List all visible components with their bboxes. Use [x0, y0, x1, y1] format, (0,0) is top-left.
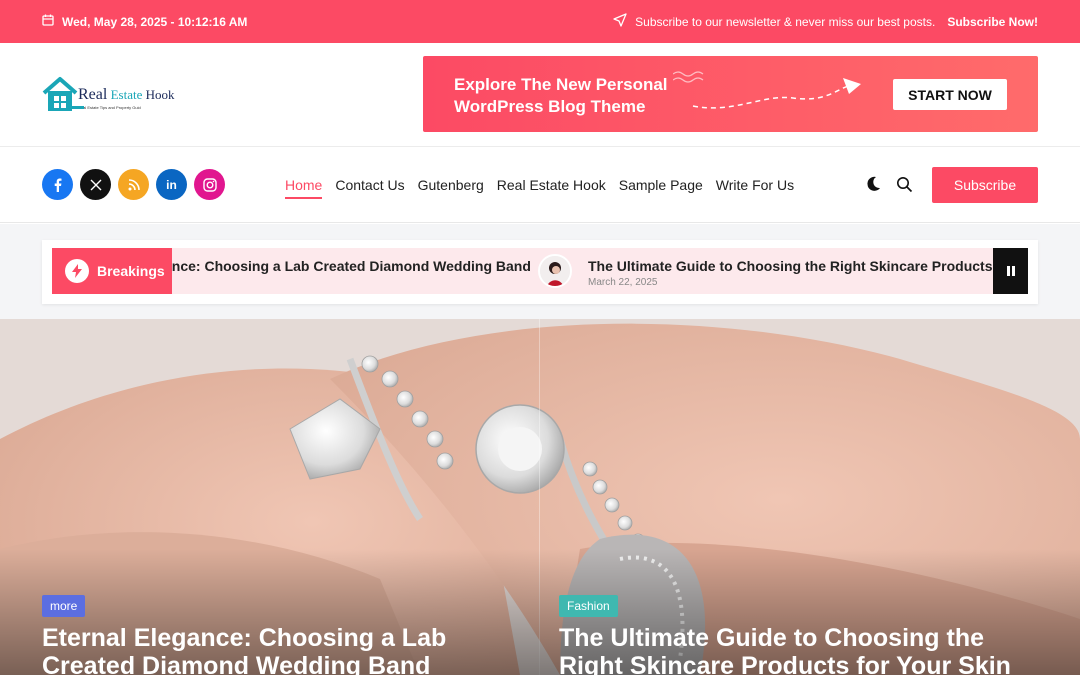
- site-logo[interactable]: Real Estate Hook Real Estate Tips and Pr…: [42, 75, 174, 113]
- featured-post-title[interactable]: Eternal Elegance: Choosing a Lab Created…: [42, 624, 522, 675]
- start-now-button[interactable]: START NOW: [893, 79, 1007, 110]
- newsletter-text: Subscribe to our newsletter & never miss…: [635, 14, 936, 29]
- breaking-news-box: ance: Choosing a Lab Created Diamond Wed…: [42, 240, 1038, 304]
- ticker-date: March 22, 2025: [588, 277, 658, 288]
- instagram-icon[interactable]: [194, 169, 225, 200]
- ticker-item[interactable]: ance: Choosing a Lab Created Diamond Wed…: [164, 258, 531, 274]
- category-badge-more[interactable]: more: [42, 595, 86, 617]
- dark-mode-icon[interactable]: [864, 175, 882, 198]
- menu-item-gutenberg[interactable]: Gutenberg: [418, 177, 484, 199]
- top-bar: Wed, May 28, 2025 - 10:12:16 AM Subscrib…: [0, 0, 1080, 43]
- menu-item-home[interactable]: Home: [285, 177, 323, 199]
- date-text: Wed, May 28, 2025 - 10:12:16 AM: [62, 14, 248, 29]
- featured-posts-hero: more Eternal Elegance: Choosing a Lab Cr…: [0, 319, 1080, 675]
- banner-headline: Explore The New Personal WordPress Blog …: [454, 75, 668, 116]
- send-icon: [613, 13, 627, 30]
- breaking-label-text: Breakings: [97, 263, 165, 279]
- calendar-icon: [42, 14, 54, 29]
- ticker-thumbnail[interactable]: [538, 254, 572, 288]
- banner-decoration-icon: [673, 71, 861, 109]
- breaking-news-section: ance: Choosing a Lab Created Diamond Wed…: [0, 224, 1080, 319]
- nav-tools: [864, 175, 913, 198]
- primary-menu: Home Contact Us Gutenberg Real Estate Ho…: [285, 177, 794, 199]
- logo-word-estate: Estate: [110, 87, 143, 102]
- social-links: in: [42, 169, 225, 200]
- rss-icon[interactable]: [118, 169, 149, 200]
- subscribe-now-link[interactable]: Subscribe Now!: [947, 15, 1038, 29]
- promo-banner[interactable]: Explore The New Personal WordPress Blog …: [423, 56, 1038, 132]
- menu-item-write-for-us[interactable]: Write For Us: [716, 177, 794, 199]
- news-ticker: ance: Choosing a Lab Created Diamond Wed…: [52, 248, 1028, 294]
- menu-item-real-estate-hook[interactable]: Real Estate Hook: [497, 177, 606, 199]
- search-icon[interactable]: [896, 176, 913, 198]
- featured-post-title[interactable]: The Ultimate Guide to Choosing the Right…: [559, 624, 1049, 675]
- ticker-item[interactable]: The Ultimate Guide to Choosing the Right…: [588, 258, 1015, 274]
- site-header: Real Estate Hook Real Estate Tips and Pr…: [0, 43, 1080, 147]
- logo-word-hook: Hook: [145, 87, 175, 102]
- lightning-icon: [65, 259, 89, 283]
- breaking-label: Breakings: [52, 248, 172, 294]
- menu-item-sample-page[interactable]: Sample Page: [619, 177, 703, 199]
- date-display: Wed, May 28, 2025 - 10:12:16 AM: [42, 14, 247, 29]
- subscribe-button[interactable]: Subscribe: [932, 167, 1038, 203]
- logo-text: Real Estate Hook: [78, 87, 174, 103]
- menu-item-contact-us[interactable]: Contact Us: [335, 177, 404, 199]
- facebook-icon[interactable]: [42, 169, 73, 200]
- x-twitter-icon[interactable]: [80, 169, 111, 200]
- house-key-icon: [42, 75, 84, 113]
- category-badge-fashion[interactable]: Fashion: [559, 595, 618, 617]
- main-nav-bar: in Home Contact Us Gutenberg Real Estate…: [0, 148, 1080, 223]
- newsletter-promo: Subscribe to our newsletter & never miss…: [613, 13, 1038, 30]
- logo-tagline: Real Estate Tips and Property Guid: [78, 105, 141, 110]
- linkedin-icon[interactable]: in: [156, 169, 187, 200]
- pause-icon[interactable]: [993, 248, 1028, 294]
